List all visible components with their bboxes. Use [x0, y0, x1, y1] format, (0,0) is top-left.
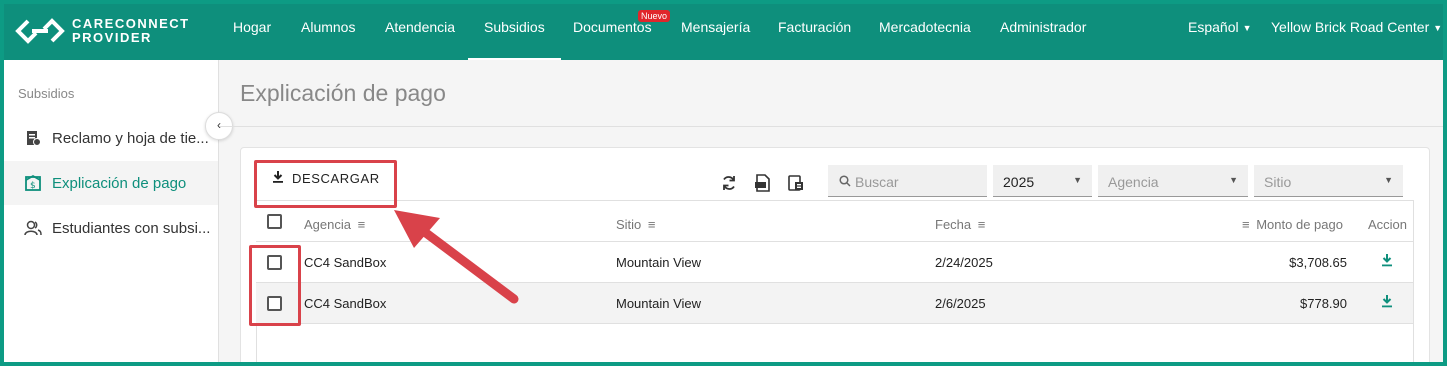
- filter-icon[interactable]: ≡: [1242, 217, 1250, 232]
- table-border: [256, 323, 257, 362]
- sidebar-item-label: Reclamo y hoja de tie...: [52, 130, 209, 147]
- sidebar-item-label: Explicación de pago: [52, 175, 187, 192]
- column-header-label: Agencia: [304, 217, 351, 232]
- cell-site: Mountain View: [616, 296, 702, 311]
- nav-item-marketing[interactable]: Mercadotecnia: [879, 4, 971, 60]
- download-highlight-box: [254, 160, 397, 208]
- search-input[interactable]: Buscar: [828, 165, 987, 197]
- column-header-action: Accion: [1368, 217, 1408, 232]
- column-header-amount[interactable]: ≡ Monto de pago: [1242, 217, 1343, 232]
- search-placeholder: Buscar: [855, 174, 899, 190]
- download-icon[interactable]: [1381, 294, 1393, 308]
- sidebar: Subsidios Reclamo y hoja de tie... $ Exp…: [4, 60, 219, 362]
- center-label: Yellow Brick Road Center: [1271, 19, 1430, 35]
- nav-item-admin[interactable]: Administrador: [1000, 4, 1086, 60]
- caret-down-icon: ▼: [1242, 23, 1252, 34]
- cell-site: Mountain View: [616, 255, 702, 270]
- brand-logo[interactable]: CARECONNECT PROVIDER: [14, 13, 188, 51]
- clipboard-icon: [27, 131, 41, 146]
- cell-date: 2/6/2025: [935, 296, 986, 311]
- select-all-checkbox[interactable]: [267, 214, 282, 229]
- column-header-site[interactable]: Sitio ≡: [616, 217, 656, 232]
- cell-amount: $3,708.65: [1289, 255, 1347, 270]
- app-window: CARECONNECT PROVIDER Hogar Alumnos Atend…: [4, 4, 1443, 362]
- cell-date: 2/24/2025: [935, 255, 993, 270]
- checkbox-highlight-box: [249, 245, 301, 326]
- sidebar-item-label: Estudiantes con subsi...: [52, 220, 211, 237]
- new-badge: Nuevo: [638, 10, 671, 22]
- download-icon[interactable]: [1381, 253, 1393, 267]
- cell-agency: CC4 SandBox: [304, 255, 387, 270]
- agency-select[interactable]: Agencia ▼: [1098, 165, 1248, 197]
- nav-item-billing[interactable]: Facturación: [778, 4, 851, 60]
- year-value: 2025: [1003, 174, 1035, 190]
- caret-down-icon: ▼: [1433, 23, 1443, 34]
- dropdown-arrow-icon: ▼: [1384, 175, 1393, 185]
- nav-item-students[interactable]: Alumnos: [301, 4, 355, 60]
- refresh-icon[interactable]: [720, 174, 738, 192]
- column-header-label: Monto de pago: [1256, 217, 1343, 232]
- site-select[interactable]: Sitio ▼: [1254, 165, 1403, 197]
- sidebar-item-subsidized-students[interactable]: Estudiantes con subsi...: [4, 206, 218, 250]
- nav-item-home[interactable]: Hogar: [233, 4, 271, 60]
- export-csv-icon[interactable]: [754, 174, 772, 192]
- brand-name-line2: PROVIDER: [72, 30, 152, 45]
- sidebar-item-claims[interactable]: Reclamo y hoja de tie...: [4, 116, 218, 160]
- column-header-date[interactable]: Fecha ≡: [935, 217, 985, 232]
- page-title: Explicación de pago: [240, 80, 446, 106]
- agency-placeholder: Agencia: [1108, 174, 1159, 190]
- dropdown-arrow-icon: ▼: [1073, 175, 1082, 185]
- people-icon: [24, 220, 42, 236]
- export-document-icon[interactable]: [787, 174, 805, 192]
- table-divider: [256, 200, 1414, 201]
- annotation-arrow-icon: [394, 210, 519, 304]
- filter-icon[interactable]: ≡: [648, 217, 656, 232]
- sidebar-item-payment-explanation[interactable]: $ Explicación de pago: [4, 161, 218, 205]
- brand-logo-icon: [15, 18, 65, 44]
- payment-icon: $: [25, 174, 41, 191]
- nav-item-subsidies[interactable]: Subsidios: [468, 4, 561, 60]
- divider: [220, 126, 1443, 127]
- svg-text:$: $: [30, 181, 36, 191]
- nav-item-messaging[interactable]: Mensajería: [681, 4, 750, 60]
- table-border: [1413, 201, 1414, 362]
- sidebar-title: Subsidios: [18, 86, 75, 101]
- cell-agency: CC4 SandBox: [304, 296, 387, 311]
- brand-name-line1: CARECONNECT: [72, 16, 190, 31]
- column-header-label: Sitio: [616, 217, 642, 232]
- cell-amount: $778.90: [1300, 296, 1347, 311]
- language-label: Español: [1188, 19, 1239, 35]
- site-placeholder: Sitio: [1264, 174, 1292, 190]
- search-icon: [839, 175, 851, 187]
- language-selector[interactable]: Español ▼: [1188, 4, 1252, 60]
- top-navigation: CARECONNECT PROVIDER Hogar Alumnos Atend…: [4, 4, 1443, 60]
- dropdown-arrow-icon: ▼: [1229, 175, 1238, 185]
- nav-item-attendance[interactable]: Atendencia: [385, 4, 455, 60]
- filter-icon[interactable]: ≡: [978, 217, 986, 232]
- chevron-left-icon: ‹: [217, 118, 221, 132]
- center-selector[interactable]: Yellow Brick Road Center ▼: [1271, 4, 1442, 60]
- column-header-agency[interactable]: Agencia ≡: [304, 217, 365, 232]
- filter-icon[interactable]: ≡: [358, 217, 366, 232]
- year-select[interactable]: 2025 ▼: [993, 165, 1092, 197]
- table-divider: [256, 323, 1414, 324]
- column-header-label: Fecha: [935, 217, 972, 232]
